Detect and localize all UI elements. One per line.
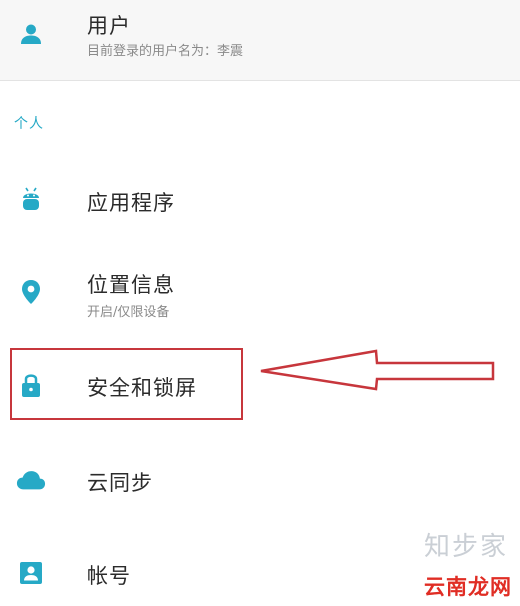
location-pin-icon <box>16 277 46 307</box>
user-title: 用户 <box>87 14 131 38</box>
cloud-icon <box>16 465 46 495</box>
settings-item-location[interactable]: 位置信息 开启/仅限设备 <box>0 255 520 330</box>
watermark: 知步家 云南龙网 <box>396 526 516 602</box>
settings-item-label: 位置信息 <box>87 273 175 297</box>
settings-item-cloud-sync[interactable]: 云同步 <box>0 445 520 515</box>
account-box-icon <box>16 558 46 588</box>
settings-item-label: 应用程序 <box>87 191 175 215</box>
arrow-left-icon <box>258 345 498 399</box>
settings-item-apps[interactable]: 应用程序 <box>0 165 520 235</box>
settings-item-label: 云同步 <box>87 471 153 495</box>
user-subtitle: 目前登录的用户名为：李震 <box>87 44 244 59</box>
person-icon <box>16 19 46 49</box>
watermark-top-text: 知步家 <box>423 532 508 562</box>
highlight-box <box>10 348 243 420</box>
watermark-bottom-text: 云南龙网 <box>420 570 516 602</box>
settings-item-sublabel: 开启/仅限设备 <box>87 305 170 320</box>
android-icon <box>16 185 46 215</box>
settings-item-label: 帐号 <box>87 564 131 588</box>
user-section[interactable]: 用户 目前登录的用户名为：李震 <box>0 0 520 81</box>
section-header-personal: 个人 <box>14 116 44 132</box>
